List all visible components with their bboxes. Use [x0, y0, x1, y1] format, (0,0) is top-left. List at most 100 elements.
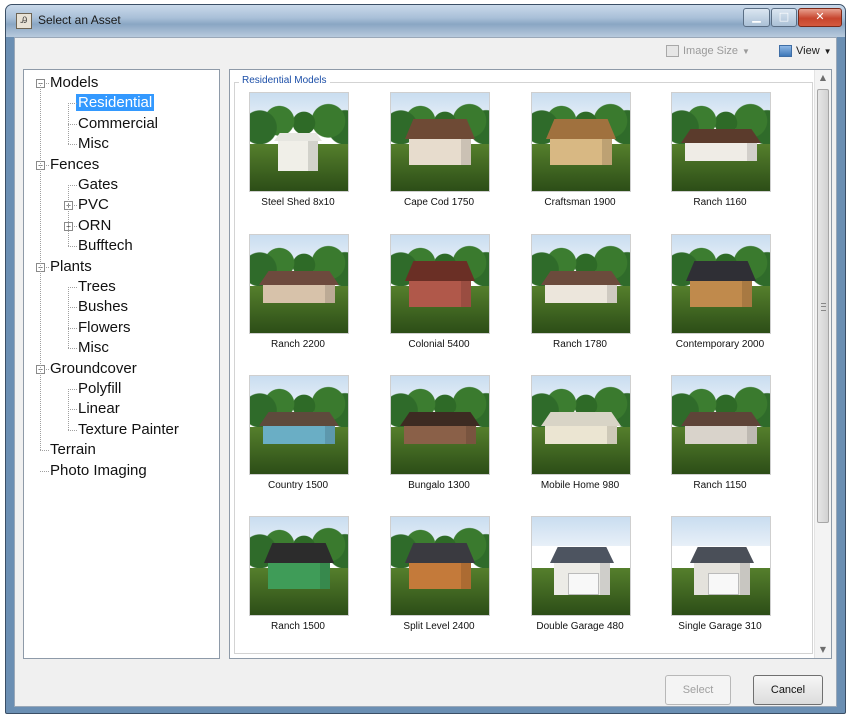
tree-item[interactable]: Terrain: [50, 440, 96, 460]
dialog-client-area: Image Size ▼ View ▼ Models − Residential Co…: [14, 37, 837, 707]
tree-connector: [68, 327, 77, 329]
tree-item[interactable]: Linear: [78, 399, 120, 419]
grip-icon: [821, 303, 826, 311]
tree-item[interactable]: Models: [50, 73, 98, 93]
tree-connector: [68, 144, 77, 146]
tree-item[interactable]: Plants: [50, 257, 92, 277]
asset-thumbnail: [391, 93, 489, 191]
tree-connector: [68, 103, 77, 105]
scroll-up-icon[interactable]: ▲: [815, 70, 831, 86]
tree-connector: [68, 123, 77, 125]
chevron-down-icon: ▼: [823, 46, 832, 56]
tree-item-label: Photo Imaging: [50, 461, 147, 479]
asset-caption: Cape Cod 1750: [403, 197, 475, 208]
view-icon: [779, 45, 792, 57]
tree-connector: [68, 348, 77, 350]
image-size-label: Image Size: [683, 45, 739, 57]
tree-item[interactable]: Flowers: [78, 318, 131, 338]
asset-caption: Split Level 2400: [403, 621, 475, 632]
asset-caption: Ranch 1500: [271, 621, 325, 632]
asset-tile[interactable]: Ranch 1160: [660, 93, 780, 229]
tree-connector: [68, 185, 77, 186]
asset-thumbnail: [532, 517, 630, 615]
asset-tile[interactable]: Colonial 5400: [379, 235, 499, 371]
tree-connector: [68, 287, 69, 349]
tree-connector: [40, 83, 41, 451]
tree-item-label: Trees: [78, 278, 116, 295]
tree-item[interactable]: Misc: [78, 338, 109, 358]
tree-item[interactable]: Gates: [78, 175, 118, 195]
tree-item[interactable]: Trees: [78, 277, 116, 297]
asset-thumbnail: [250, 235, 348, 333]
tree-item-label: Commercial: [78, 114, 159, 132]
window-title: Select an Asset: [38, 13, 121, 27]
asset-caption: Country 1500: [267, 480, 329, 491]
tree-item-label: Groundcover: [50, 359, 137, 377]
scroll-down-icon[interactable]: ▼: [815, 642, 831, 658]
maximize-button[interactable]: □: [771, 8, 797, 27]
tree-item[interactable]: Bushes: [78, 297, 128, 317]
tree-connector: [68, 409, 77, 411]
asset-tile[interactable]: Ranch 1500: [238, 517, 358, 653]
asset-tile[interactable]: Ranch 2200: [238, 235, 358, 371]
select-button[interactable]: Select: [665, 675, 731, 705]
asset-tile[interactable]: Single Garage 310: [660, 517, 780, 653]
tree-item[interactable]: Polyfill: [78, 379, 121, 399]
asset-tile[interactable]: Split Level 2400: [379, 517, 499, 653]
asset-thumbnail: [532, 376, 630, 474]
asset-thumbnail: [672, 235, 770, 333]
tree-item[interactable]: ORN: [78, 216, 111, 236]
asset-tile[interactable]: Mobile Home 980: [520, 376, 640, 512]
tree-item[interactable]: Texture Painter: [78, 420, 179, 440]
asset-caption: Steel Shed 8x10: [261, 197, 335, 208]
asset-tile[interactable]: Ranch 1150: [660, 376, 780, 512]
tree-item[interactable]: Groundcover: [50, 359, 137, 379]
minimize-button[interactable]: ▁: [743, 8, 770, 27]
category-tree[interactable]: Models − Residential Commercial Misc Fences − G…: [23, 69, 220, 659]
image-size-menu[interactable]: Image Size ▼: [666, 45, 750, 57]
vertical-scrollbar[interactable]: ▲ ▼: [814, 70, 831, 658]
dialog-window: Ꭿ Select an Asset ▁ □ ✕ Image Size ▼ Vie…: [5, 4, 846, 714]
tree-item[interactable]: Residential: [76, 93, 155, 113]
tree-item-label: Flowers: [78, 318, 131, 336]
asset-thumbnail: [532, 235, 630, 333]
tree-connector: [40, 450, 49, 452]
asset-thumbnail: [250, 376, 348, 474]
asset-caption: Double Garage 480: [536, 621, 624, 632]
chevron-down-icon: ▼: [742, 46, 750, 56]
tree-item-label: Misc: [78, 339, 109, 357]
asset-caption: Mobile Home 980: [540, 480, 620, 491]
asset-tile[interactable]: Ranch 1780: [520, 235, 640, 371]
asset-caption: Contemporary 2000: [675, 339, 765, 350]
tree-item-label: Misc: [78, 135, 109, 153]
tree-item-label: Bushes: [78, 298, 129, 316]
asset-tile[interactable]: Contemporary 2000: [660, 235, 780, 371]
view-menu[interactable]: View ▼: [779, 45, 832, 57]
tree-item[interactable]: Fences: [50, 155, 99, 175]
tree-item-label: Polyfill: [78, 380, 122, 397]
asset-tile[interactable]: Bungalo 1300: [379, 376, 499, 512]
asset-thumbnail: [250, 517, 348, 615]
asset-caption: Ranch 2200: [271, 339, 325, 350]
tree-item-label: Terrain: [50, 441, 96, 459]
asset-tile[interactable]: Steel Shed 8x10: [238, 93, 358, 229]
asset-tile[interactable]: Cape Cod 1750: [379, 93, 499, 229]
tree-item-label: Texture Painter: [78, 420, 179, 438]
tree-item[interactable]: Bufftech: [78, 236, 133, 256]
title-bar[interactable]: Ꭿ Select an Asset ▁ □ ✕: [6, 5, 845, 37]
asset-tile[interactable]: Country 1500: [238, 376, 358, 512]
cancel-button[interactable]: Cancel: [753, 675, 823, 705]
asset-thumbnail: [250, 93, 348, 191]
tree-item[interactable]: Commercial: [78, 114, 158, 134]
close-button[interactable]: ✕: [798, 8, 842, 27]
scrollbar-thumb[interactable]: [817, 89, 829, 523]
asset-tile[interactable]: Double Garage 480: [520, 517, 640, 653]
tree-item[interactable]: PVC: [78, 195, 109, 215]
tree-connector: [68, 246, 77, 248]
asset-thumbnail: [532, 93, 630, 191]
tree-item[interactable]: Photo Imaging: [50, 461, 147, 481]
tree-item[interactable]: Misc: [78, 134, 109, 154]
asset-thumbnail: [391, 376, 489, 474]
tree-connector: [68, 185, 69, 247]
asset-tile[interactable]: Craftsman 1900: [520, 93, 640, 229]
